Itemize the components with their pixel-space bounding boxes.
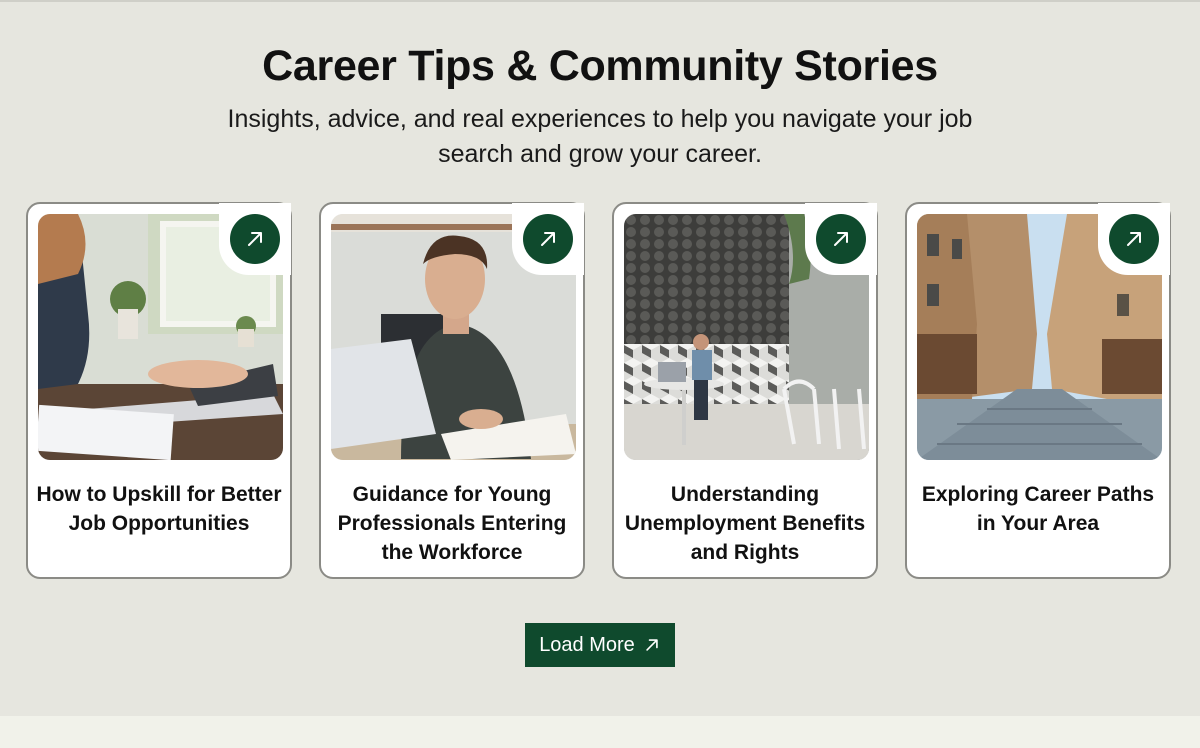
open-article-button[interactable]	[523, 214, 573, 264]
arrow-up-right-icon	[1127, 232, 1141, 246]
article-card[interactable]: Understanding Unemployment Benefits and …	[612, 202, 878, 579]
article-title[interactable]: Exploring Career Paths in Your Area	[913, 480, 1163, 538]
open-article-button[interactable]	[230, 214, 280, 264]
footer-band	[0, 716, 1200, 748]
article-card[interactable]: Guidance for Young Professionals Enterin…	[319, 202, 585, 579]
section-title: Career Tips & Community Stories	[262, 42, 938, 90]
career-tips-section: Career Tips & Community Stories Insights…	[0, 0, 1200, 716]
load-more-button[interactable]: Load More	[525, 623, 675, 667]
load-more-label: Load More	[539, 633, 635, 656]
arrow-up-right-icon	[541, 232, 555, 246]
article-title[interactable]: Guidance for Young Professionals Enterin…	[327, 480, 577, 567]
arrow-up-right-icon	[834, 232, 848, 246]
article-title[interactable]: How to Upskill for Better Job Opportunit…	[34, 480, 284, 538]
arrow-up-right-icon	[646, 639, 658, 651]
article-title[interactable]: Understanding Unemployment Benefits and …	[620, 480, 870, 567]
section-subtitle: Insights, advice, and real experiences t…	[227, 105, 973, 168]
article-card[interactable]: How to Upskill for Better Job Opportunit…	[26, 202, 292, 579]
article-card[interactable]: Exploring Career Paths in Your Area	[905, 202, 1171, 579]
arrow-up-right-icon	[248, 232, 262, 246]
open-article-button[interactable]	[816, 214, 866, 264]
open-article-button[interactable]	[1109, 214, 1159, 264]
